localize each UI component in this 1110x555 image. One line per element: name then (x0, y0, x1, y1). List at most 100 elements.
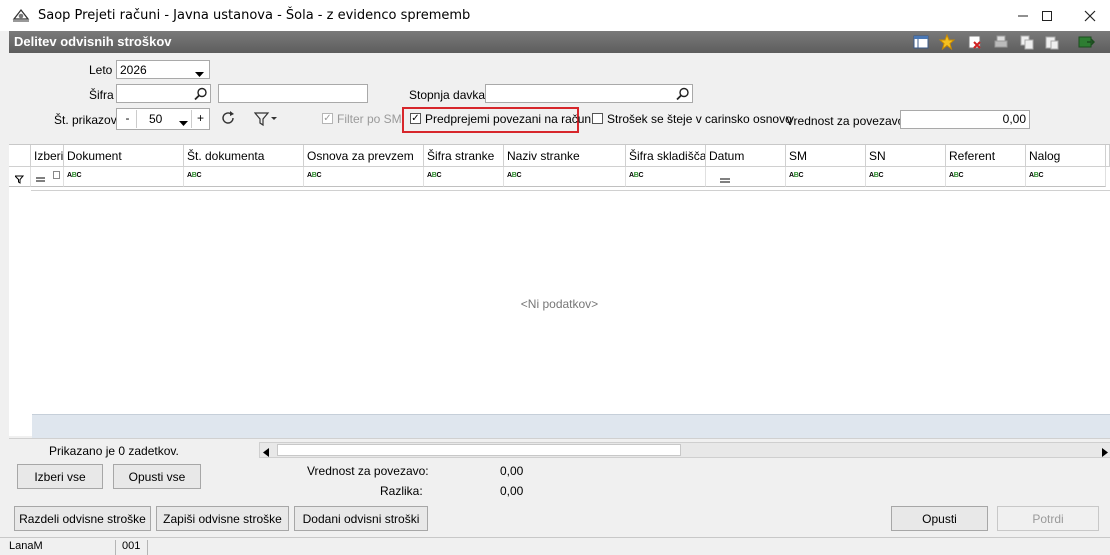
razlika-label: Razlika: (380, 484, 423, 498)
predprejemi-checkbox[interactable]: ✓ (410, 113, 421, 124)
leto-value: 2026 (120, 63, 147, 77)
delete-icon[interactable] (966, 34, 984, 50)
export-icon[interactable] (1077, 34, 1095, 50)
column-header-naziv-stranke[interactable]: Naziv stranke (504, 145, 626, 167)
text-filter-icon: ABC (507, 172, 522, 179)
filter-sm-label: Filter po SM (337, 112, 402, 126)
filter-cell-sm[interactable]: ABC (786, 167, 866, 187)
app-icon (12, 7, 30, 23)
close-icon[interactable] (1067, 0, 1110, 31)
filter-cell-nalog[interactable]: ABC (1026, 167, 1106, 187)
text-filter-icon: ABC (67, 172, 82, 179)
user-name: LanaM (6, 540, 116, 555)
stopnja-davka-label: Stopnja davka (409, 88, 486, 102)
section-header: Delitev odvisnih stroškov (9, 31, 1110, 53)
opusti-vse-button[interactable]: Opusti vse (113, 464, 201, 489)
grid-status-bar: Prikazano je 0 zadetkov. (9, 438, 1110, 460)
paste-icon[interactable] (1043, 34, 1061, 50)
funnel-icon (13, 173, 25, 187)
column-header-sm[interactable]: SM (786, 145, 866, 167)
stopnja-davka-input[interactable] (485, 84, 693, 103)
title-bar: Saop Prejeti računi - Javna ustanova - Š… (0, 0, 1110, 31)
text-filter-icon: ABC (629, 172, 644, 179)
scroll-thumb[interactable] (277, 444, 681, 456)
filter-cell-dokument[interactable]: ABC (64, 167, 184, 187)
column-header-nalog[interactable]: Nalog (1026, 145, 1106, 167)
zapisi-button[interactable]: Zapiši odvisne stroške (156, 506, 289, 531)
prikazov-stepper[interactable]: - 50 + (116, 108, 210, 130)
print-icon[interactable] (992, 34, 1010, 50)
scroll-right-icon[interactable] (1102, 446, 1108, 460)
status-footer: LanaM 001 (0, 537, 1110, 555)
column-header-extra (1106, 145, 1110, 167)
empty-grid-text: <Ni podatkov> (520, 297, 599, 311)
summary-vrednost-value: 0,00 (500, 464, 524, 478)
potrdi-button[interactable]: Potrdi (997, 506, 1099, 531)
prikazov-value: 50 (149, 112, 163, 126)
text-filter-icon: ABC (1029, 172, 1044, 179)
opusti-button[interactable]: Opusti (891, 506, 988, 531)
filter-checkbox-icon (53, 171, 60, 179)
column-header-sifra-stranke[interactable]: Šifra stranke (424, 145, 504, 167)
chevron-down-icon[interactable] (179, 116, 188, 130)
sifra-description-input[interactable] (218, 84, 368, 103)
filter-cell-sifra-skladisca[interactable]: ABC (626, 167, 706, 187)
grid-settings-icon[interactable] (912, 34, 930, 50)
dodani-button[interactable]: Dodani odvisni stroški (294, 506, 428, 531)
izberi-vse-button[interactable]: Izberi vse (17, 464, 103, 489)
text-filter-icon: ABC (949, 172, 964, 179)
leto-select[interactable]: 2026 (116, 60, 210, 79)
filter-cell-referent[interactable]: ABC (946, 167, 1026, 187)
column-header-referent[interactable]: Referent (946, 145, 1026, 167)
minus-button[interactable]: - (119, 110, 137, 128)
filter-cell-izberi[interactable] (31, 167, 64, 187)
equals-icon (36, 172, 45, 186)
filter-icon[interactable] (253, 111, 278, 127)
filter-cell-naziv-stranke[interactable]: ABC (504, 167, 626, 187)
column-header-sn[interactable]: SN (866, 145, 946, 167)
predprejemi-label: Predprejemi povezani na račun (425, 112, 592, 126)
column-header-sifra-skladisca[interactable]: Šifra skladišča (626, 145, 706, 167)
strosek-checkbox[interactable] (592, 113, 603, 124)
text-filter-icon: ABC (789, 172, 804, 179)
chevron-down-icon (195, 67, 204, 81)
column-header-osnova[interactable]: Osnova za prevzem (304, 145, 424, 167)
search-icon[interactable] (192, 85, 210, 102)
filter-sm-checkbox[interactable]: ✓ (322, 113, 333, 124)
maximize-icon[interactable] (1024, 0, 1070, 31)
razdeli-button[interactable]: Razdeli odvisne stroške (14, 506, 151, 531)
plus-button[interactable]: + (191, 110, 209, 128)
filter-row-indicator (9, 167, 31, 187)
filter-cell-osnova[interactable]: ABC (304, 167, 424, 187)
column-header-datum[interactable]: Datum (706, 145, 786, 167)
vrednost-input[interactable]: 0,00 (900, 110, 1030, 129)
star-icon[interactable] (938, 34, 956, 50)
row-indicator-header (9, 145, 31, 167)
refresh-icon[interactable] (220, 110, 238, 128)
sifra-label: Šifra (89, 88, 114, 102)
filter-cell-datum[interactable] (706, 167, 786, 187)
section-title: Delitev odvisnih stroškov (14, 34, 172, 49)
filter-cell-sifra-stranke[interactable]: ABC (424, 167, 504, 187)
equals-icon (720, 173, 730, 187)
filter-cell-st-dokumenta[interactable]: ABC (184, 167, 304, 187)
copy-icon[interactable] (1018, 34, 1036, 50)
company-code: 001 (119, 540, 148, 555)
text-filter-icon: ABC (307, 172, 322, 179)
search-icon[interactable] (674, 85, 692, 102)
strosek-label: Strošek se šteje v carinsko osnovo (607, 112, 792, 126)
data-grid: Izberi Dokument Št. dokumenta Osnova za … (9, 144, 1110, 436)
column-header-izberi[interactable]: Izberi (31, 145, 64, 167)
scroll-left-icon[interactable] (263, 446, 269, 460)
vrednost-label: Vrednost za povezavo (786, 114, 905, 128)
grid-footer-row (32, 414, 1110, 438)
column-header-st-dokumenta[interactable]: Št. dokumenta (184, 145, 304, 167)
summary-vrednost-label: Vrednost za povezavo: (307, 464, 429, 478)
prikazov-label: Št. prikazov (54, 113, 117, 127)
window-title: Saop Prejeti računi - Javna ustanova - Š… (38, 8, 471, 23)
column-header-dokument[interactable]: Dokument (64, 145, 184, 167)
text-filter-icon: ABC (869, 172, 884, 179)
horizontal-scrollbar[interactable] (259, 442, 1110, 458)
text-filter-icon: ABC (187, 172, 202, 179)
filter-cell-sn[interactable]: ABC (866, 167, 946, 187)
